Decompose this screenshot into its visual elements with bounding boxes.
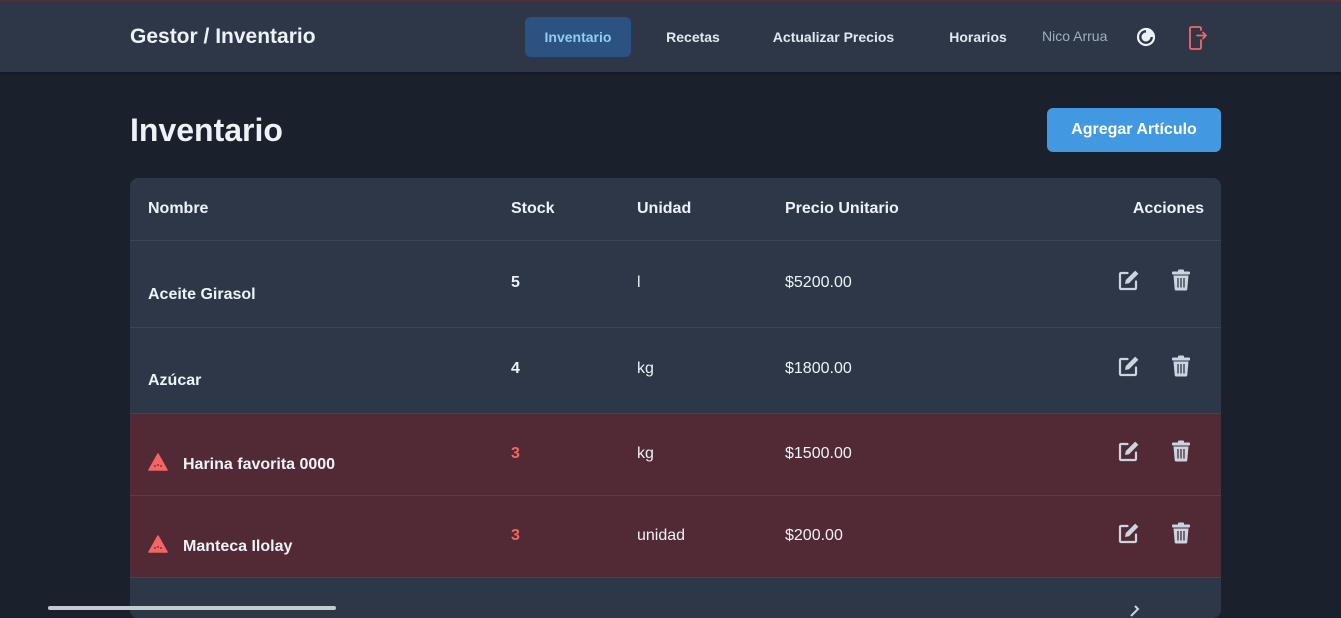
item-name: Harina favorita 0000 [183, 456, 336, 473]
trash-icon[interactable] [1171, 269, 1191, 296]
item-price: $1500.00 [785, 445, 852, 462]
warning-icon [148, 453, 168, 476]
table-row[interactable]: Azúcar 4 kg $1800.00 [130, 327, 1221, 414]
add-item-button[interactable]: Agregar Artículo [1047, 108, 1221, 152]
horizontal-scrollbar[interactable] [48, 606, 336, 610]
trash-icon[interactable] [1171, 522, 1191, 549]
item-unit: kg [637, 360, 654, 377]
inventory-table: Nombre Stock Unidad Precio Unitario Acci… [130, 178, 1221, 618]
table-header: Nombre Stock Unidad Precio Unitario Acci… [130, 178, 1221, 241]
header-nombre[interactable]: Nombre [148, 200, 208, 218]
edit-icon[interactable] [1117, 354, 1141, 383]
edit-icon[interactable] [1117, 268, 1141, 297]
edit-icon[interactable] [1117, 439, 1141, 468]
item-stock: 4 [511, 360, 520, 377]
page-title: Inventario [130, 112, 283, 148]
nav-link-inventario[interactable]: Inventario [525, 17, 631, 57]
nav-link-horarios[interactable]: Horarios [934, 17, 1022, 57]
item-price: $200.00 [785, 527, 843, 544]
item-stock: 5 [511, 274, 520, 291]
warning-icon [148, 535, 168, 558]
table-row[interactable]: Manteca Ilolay 3 unidad $200.00 [130, 496, 1221, 578]
logout-icon[interactable] [1188, 26, 1208, 55]
nav-link-actualizar-precios[interactable]: Actualizar Precios [757, 17, 910, 57]
app-brand[interactable]: Gestor / Inventario [130, 25, 316, 49]
theme-toggle-icon[interactable] [1136, 27, 1156, 52]
item-name: Azúcar [148, 372, 202, 389]
item-unit: kg [637, 445, 654, 462]
edit-icon[interactable] [1119, 604, 1141, 618]
nav-link-recetas[interactable]: Recetas [652, 17, 734, 57]
header-precio-unitario[interactable]: Precio Unitario [785, 200, 899, 218]
item-name: Aceite Girasol [148, 286, 256, 303]
item-stock: 3 [511, 445, 520, 462]
item-price: $1800.00 [785, 360, 852, 377]
item-stock: 3 [511, 527, 520, 544]
item-price: $5200.00 [785, 274, 852, 291]
header-stock[interactable]: Stock [511, 200, 555, 218]
table-row[interactable] [130, 578, 1221, 618]
edit-icon[interactable] [1117, 521, 1141, 550]
trash-icon[interactable] [1171, 440, 1191, 467]
trash-icon[interactable] [1171, 355, 1191, 382]
item-name: Manteca Ilolay [183, 538, 293, 555]
item-unit: unidad [637, 527, 686, 544]
navbar: Gestor / Inventario Inventario Recetas A… [0, 2, 1341, 72]
item-unit: l [637, 274, 641, 291]
table-row[interactable]: Aceite Girasol 5 l $5200.00 [130, 241, 1221, 328]
user-name: Nico Arrua [1042, 28, 1108, 44]
table-row[interactable]: Harina favorita 0000 3 kg $1500.00 [130, 414, 1221, 496]
header-unidad[interactable]: Unidad [637, 200, 691, 218]
header-acciones: Acciones [1132, 200, 1204, 217]
